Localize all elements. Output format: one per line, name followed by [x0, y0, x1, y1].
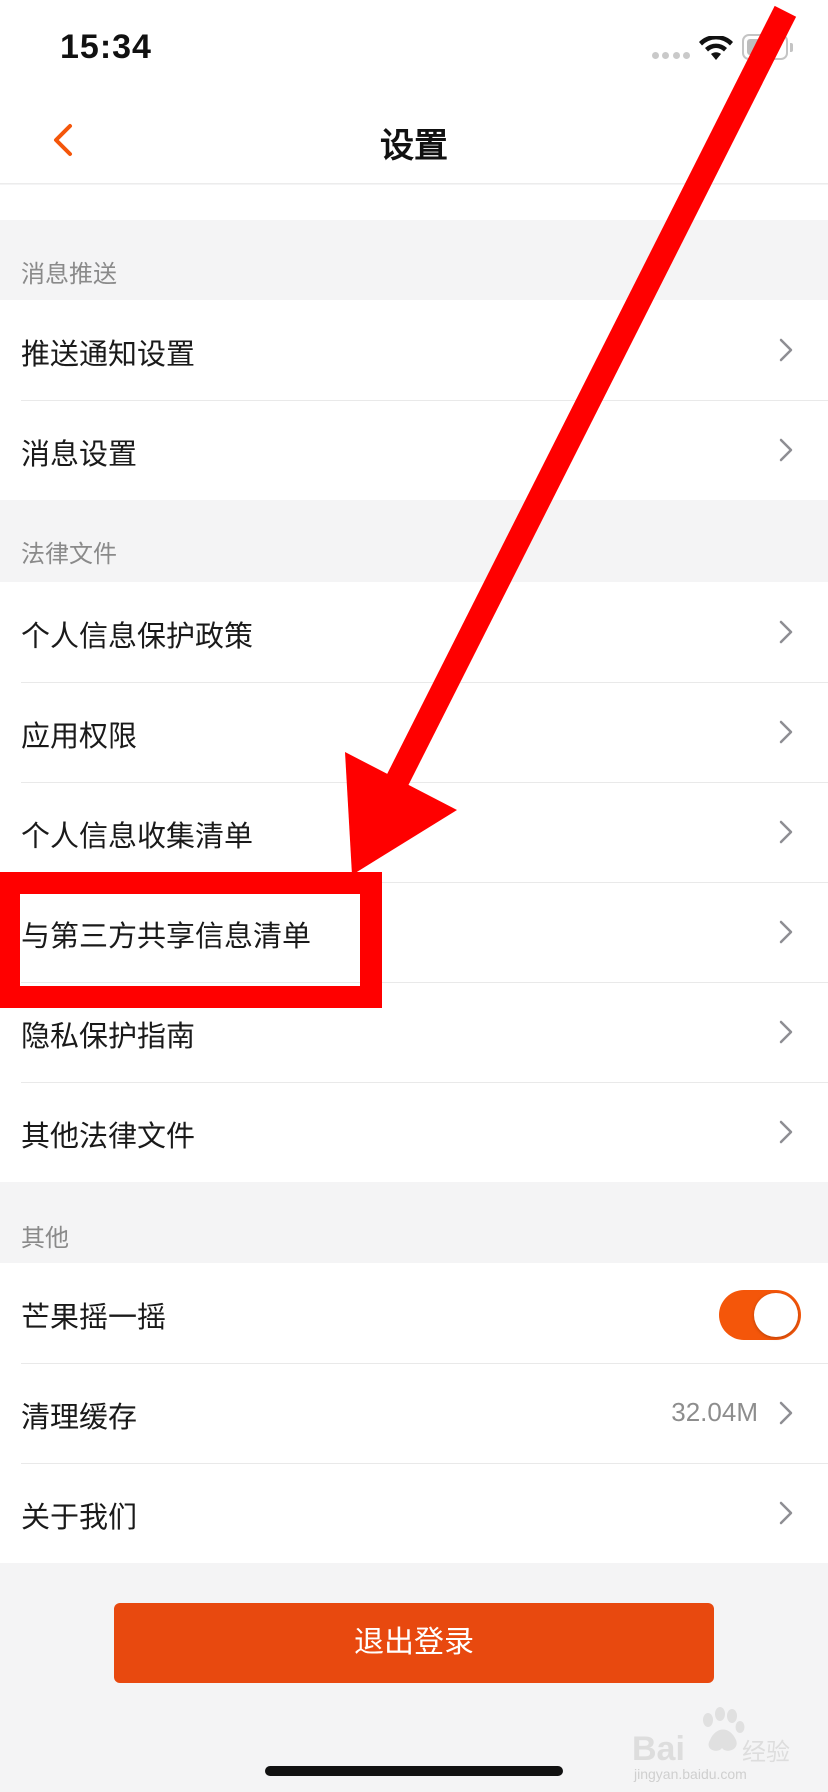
chevron-right-icon: [779, 438, 793, 462]
app-permissions-row[interactable]: 应用权限: [0, 682, 828, 782]
status-time: 15:34: [60, 28, 152, 66]
top-spacer: [0, 185, 828, 220]
chevron-right-icon: [779, 620, 793, 644]
wifi-icon: [699, 36, 733, 60]
baidu-watermark-logo: Bai 经验: [632, 1707, 790, 1768]
chevron-right-icon: [779, 920, 793, 944]
section-header-push: 消息推送: [21, 260, 117, 288]
cache-size-value: 32.04M: [671, 1397, 758, 1427]
cellular-signal-icon: [652, 52, 690, 60]
row-label: 清理缓存: [21, 1400, 138, 1434]
home-indicator: [265, 1766, 563, 1776]
clear-cache-row[interactable]: 清理缓存 32.04M: [0, 1363, 828, 1463]
chevron-right-icon: [779, 1020, 793, 1044]
mango-shake-toggle[interactable]: [719, 1290, 801, 1340]
about-us-row[interactable]: 关于我们: [0, 1463, 828, 1563]
navigation-bar: 设置: [0, 96, 828, 184]
row-label: 与第三方共享信息清单: [21, 919, 312, 953]
chevron-right-icon: [779, 338, 793, 362]
chevron-right-icon: [779, 1401, 793, 1425]
row-label: 芒果摇一摇: [21, 1300, 167, 1334]
section-header-other: 其他: [21, 1224, 69, 1252]
toggle-knob: [754, 1293, 798, 1337]
battery-icon: [742, 34, 788, 60]
privacy-policy-row[interactable]: 个人信息保护政策: [0, 582, 828, 682]
chevron-right-icon: [779, 1120, 793, 1144]
push-settings-group: 推送通知设置 消息设置: [0, 300, 828, 500]
section-header-legal: 法律文件: [21, 540, 117, 568]
row-label: 推送通知设置: [21, 337, 196, 371]
other-settings-group: 芒果摇一摇 清理缓存 32.04M 关于我们: [0, 1263, 828, 1563]
row-label: 个人信息收集清单: [21, 819, 254, 853]
battery-cap: [790, 43, 793, 52]
third-party-sharing-list-row[interactable]: 与第三方共享信息清单: [0, 882, 828, 982]
chevron-right-icon: [779, 720, 793, 744]
svg-text:Bai: Bai: [632, 1730, 685, 1768]
watermark-url: jingyan.baidu.com: [634, 1766, 747, 1782]
page-title: 设置: [380, 126, 448, 166]
row-label: 应用权限: [21, 719, 138, 753]
row-label: 关于我们: [21, 1500, 138, 1534]
message-settings-row[interactable]: 消息设置: [0, 400, 828, 500]
row-label: 其他法律文件: [21, 1119, 196, 1153]
chevron-right-icon: [779, 1501, 793, 1525]
logout-button[interactable]: 退出登录: [114, 1603, 714, 1683]
other-legal-documents-row[interactable]: 其他法律文件: [0, 1082, 828, 1182]
row-label: 个人信息保护政策: [21, 619, 254, 653]
svg-text:经验: 经验: [742, 1738, 790, 1766]
legal-documents-group: 个人信息保护政策 应用权限 个人信息收集清单 与第三方共享信息清单 隐私保护指南…: [0, 582, 828, 1182]
row-label: 隐私保护指南: [21, 1019, 196, 1053]
personal-info-collection-list-row[interactable]: 个人信息收集清单: [0, 782, 828, 882]
push-notification-settings-row[interactable]: 推送通知设置: [0, 300, 828, 400]
privacy-guide-row[interactable]: 隐私保护指南: [0, 982, 828, 1082]
mango-shake-row: 芒果摇一摇: [0, 1263, 828, 1363]
chevron-right-icon: [779, 820, 793, 844]
row-label: 消息设置: [21, 437, 138, 471]
status-bar: 15:34: [0, 0, 828, 96]
